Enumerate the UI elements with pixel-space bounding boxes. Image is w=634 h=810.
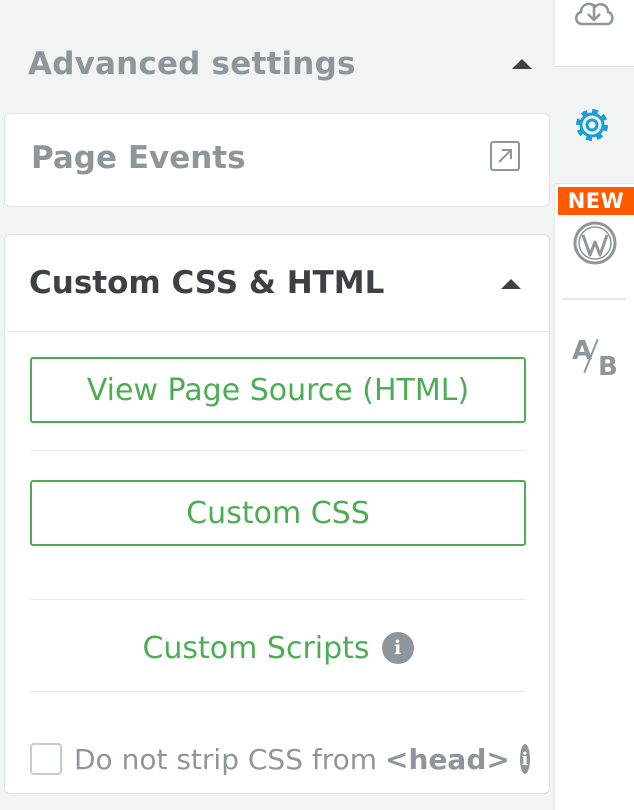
cloud-download-icon[interactable] bbox=[572, 0, 616, 34]
divider bbox=[30, 691, 526, 692]
caret-up-icon[interactable] bbox=[501, 279, 521, 289]
new-badge: NEW bbox=[558, 187, 634, 215]
page-events-title: Page Events bbox=[31, 140, 246, 176]
strip-css-option: Do not strip CSS from <head> i bbox=[30, 739, 530, 779]
divider bbox=[30, 450, 526, 451]
advanced-settings-title: Advanced settings bbox=[28, 46, 356, 82]
info-icon[interactable]: i bbox=[381, 632, 414, 664]
app: Advanced settings Page Events Custom CSS… bbox=[0, 0, 634, 810]
strip-css-label: Do not strip CSS from bbox=[74, 742, 378, 776]
custom-css-html-card: Custom CSS & HTML View Page Source (HTML… bbox=[4, 234, 550, 794]
caret-up-icon[interactable] bbox=[512, 59, 532, 69]
gear-icon[interactable] bbox=[570, 103, 614, 147]
custom-css-html-header[interactable]: Custom CSS & HTML bbox=[5, 235, 549, 332]
wordpress-icon[interactable] bbox=[572, 220, 618, 266]
custom-css-button[interactable]: Custom CSS bbox=[30, 480, 526, 546]
custom-scripts-row: Custom Scripts i bbox=[30, 623, 526, 673]
divider bbox=[30, 599, 526, 600]
advanced-settings-header[interactable]: Advanced settings bbox=[28, 42, 538, 86]
ab-icon-b: B bbox=[598, 352, 618, 382]
info-icon[interactable]: i bbox=[519, 744, 530, 774]
view-page-source-button[interactable]: View Page Source (HTML) bbox=[30, 357, 526, 423]
rail-divider bbox=[562, 298, 626, 300]
ab-test-icon[interactable]: A B bbox=[572, 336, 618, 382]
page-events-card[interactable]: Page Events bbox=[4, 113, 550, 207]
settings-panel: Advanced settings Page Events Custom CSS… bbox=[0, 0, 554, 810]
custom-scripts-link[interactable]: Custom Scripts bbox=[142, 631, 369, 666]
strip-css-checkbox[interactable] bbox=[30, 743, 62, 775]
head-tag-label: <head> bbox=[385, 742, 510, 776]
external-link-icon[interactable] bbox=[489, 140, 521, 172]
custom-css-html-title: Custom CSS & HTML bbox=[29, 265, 385, 301]
